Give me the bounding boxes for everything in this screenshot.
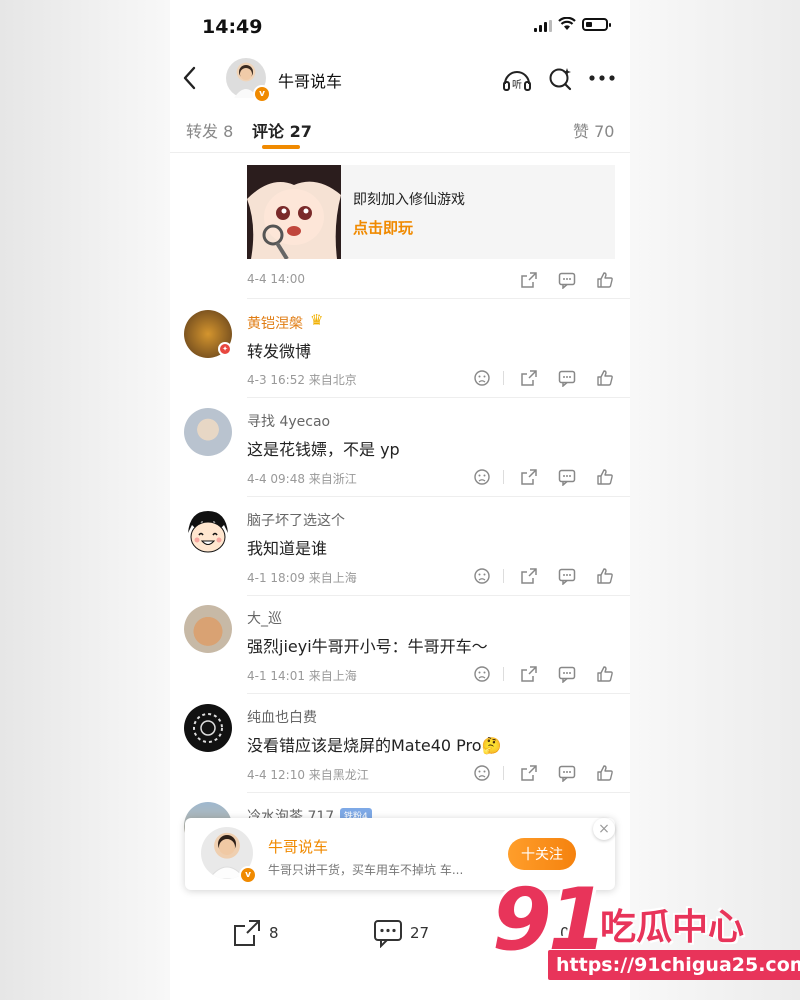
like-icon[interactable]	[596, 764, 614, 782]
listen-label: 听	[512, 79, 522, 91]
author-avatar[interactable]: v	[226, 58, 271, 103]
author-name[interactable]: 牛哥说车	[278, 68, 342, 92]
crown-icon: ♛	[310, 311, 324, 329]
action-divider	[503, 371, 504, 385]
comment-text: 这是花钱嫖，不是 yp	[247, 440, 400, 459]
ad-play-link[interactable]: 点击即玩	[353, 217, 413, 238]
divider	[247, 397, 630, 398]
comment-username[interactable]: 大_巡	[247, 608, 282, 628]
dislike-face-icon[interactable]	[473, 468, 491, 486]
battery-icon	[582, 18, 611, 31]
divider	[247, 298, 630, 299]
like-icon[interactable]	[596, 369, 614, 387]
comment-count: 27	[410, 924, 430, 942]
like-icon[interactable]	[596, 468, 614, 486]
like-icon[interactable]	[596, 271, 614, 289]
status-bar: 14:49	[170, 0, 630, 54]
comment-text: 转发微博	[247, 342, 312, 361]
share-icon[interactable]	[520, 567, 538, 585]
tab-bar: 转发 8 评论 27 赞 70	[170, 104, 630, 153]
badge-logo-icon	[193, 713, 223, 743]
comment-text: 没看错应该是烧屏的Mate40 Pro🤔	[247, 736, 502, 755]
search-icon[interactable]	[548, 66, 574, 92]
cartoon-face-icon	[188, 511, 228, 553]
divider	[247, 595, 630, 596]
watermark-url: https://91chigua25.com	[548, 950, 800, 980]
back-icon[interactable]	[180, 64, 200, 92]
verified-badge: v	[253, 85, 271, 103]
comment-meta: 4-1 14:01 来自上海	[247, 669, 357, 683]
watermark-text: 吃瓜中心	[600, 907, 745, 948]
game-thumbnail	[247, 165, 341, 259]
popup-description: 牛哥只讲干货，买车用车不掉坑 车...	[268, 863, 464, 877]
game-ad-card[interactable]: 即刻加入修仙游戏 点击即玩	[247, 165, 615, 259]
popup-name[interactable]: 牛哥说车	[268, 836, 328, 857]
share-icon[interactable]	[520, 369, 538, 387]
verified-badge: v	[239, 866, 257, 884]
comment-text: 我知道是谁	[247, 539, 328, 558]
comment-avatar[interactable]	[184, 507, 232, 555]
comment-icon[interactable]	[558, 764, 576, 782]
like-icon[interactable]	[596, 567, 614, 585]
comment-meta: 4-3 16:52 来自北京	[247, 373, 357, 387]
left-backdrop	[0, 0, 170, 1000]
action-divider	[503, 470, 504, 484]
comment-username[interactable]: 纯血也白费	[247, 707, 317, 727]
more-icon[interactable]	[588, 74, 616, 82]
status-time: 14:49	[202, 16, 263, 38]
comment-avatar[interactable]	[184, 408, 232, 456]
comment-icon[interactable]	[558, 369, 576, 387]
comment-username[interactable]: 脑子坏了选这个	[247, 510, 345, 530]
ad-title: 即刻加入修仙游戏	[353, 192, 465, 208]
comment-avatar[interactable]	[184, 605, 232, 653]
share-icon[interactable]	[520, 665, 538, 683]
divider	[247, 496, 630, 497]
vip-badge: ✦	[218, 342, 232, 356]
wifi-icon	[558, 17, 576, 30]
comment-username[interactable]: 黄铠涅槃	[247, 313, 303, 333]
divider	[247, 693, 630, 694]
comment-meta: 4-1 18:09 来自上海	[247, 571, 357, 585]
watermark: 91 吃瓜中心 https://91chigua25.com	[492, 870, 800, 990]
dislike-face-icon[interactable]	[473, 369, 491, 387]
comment-icon[interactable]	[558, 271, 576, 289]
close-icon[interactable]: ×	[593, 818, 615, 840]
headphones-icon[interactable]: 听	[502, 66, 532, 92]
comment-icon[interactable]	[373, 918, 403, 948]
divider	[247, 792, 630, 793]
dislike-face-icon[interactable]	[473, 764, 491, 782]
ad-date: 4-4 14:00	[247, 272, 305, 286]
share-icon[interactable]	[520, 271, 538, 289]
signal-icon	[534, 20, 552, 32]
tab-comments[interactable]: 评论 27	[252, 118, 312, 142]
comment-icon[interactable]	[558, 665, 576, 683]
share-icon[interactable]	[520, 764, 538, 782]
action-divider	[503, 569, 504, 583]
tab-repost[interactable]: 转发 8	[186, 118, 233, 142]
like-icon[interactable]	[596, 665, 614, 683]
phone-screen: 14:49 v 牛哥说车 听 转发 8 评论 27 赞 70 即刻加入修仙游戏 …	[170, 0, 630, 1000]
right-backdrop	[630, 0, 800, 1000]
tab-underline	[262, 145, 300, 149]
follow-button[interactable]: 十关注	[508, 838, 576, 870]
repost-count: 8	[269, 924, 279, 942]
dislike-face-icon[interactable]	[473, 567, 491, 585]
comment-avatar[interactable]	[184, 704, 232, 752]
comment-username[interactable]: 寻找 4yecao	[247, 411, 330, 431]
comment-meta: 4-4 12:10 来自黑龙江	[247, 768, 369, 782]
comment-icon[interactable]	[558, 468, 576, 486]
tab-likes[interactable]: 赞 70	[573, 118, 614, 142]
dislike-face-icon[interactable]	[473, 665, 491, 683]
share-icon[interactable]	[520, 468, 538, 486]
comment-icon[interactable]	[558, 567, 576, 585]
comment-text: 强烈jieyi牛哥开小号：牛哥开车～	[247, 637, 488, 656]
action-divider	[503, 766, 504, 780]
repost-icon[interactable]	[232, 918, 262, 948]
top-nav: v 牛哥说车 听	[170, 54, 630, 104]
action-divider	[503, 667, 504, 681]
comment-meta: 4-4 09:48 来自浙江	[247, 472, 357, 486]
